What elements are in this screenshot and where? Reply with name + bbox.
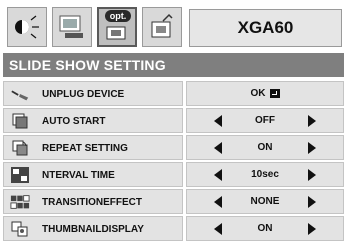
setting-label-cell: UNPLUG DEVICE [3, 81, 183, 106]
setting-label-cell: THUMBNAIL DISPLAY [3, 216, 183, 241]
setting-label-line-2: EFFECT [103, 197, 142, 208]
setting-row-unplug-device[interactable]: UNPLUG DEVICE OK [3, 81, 344, 106]
section-title: SLIDE SHOW SETTING [3, 53, 344, 77]
setting-value-cell[interactable]: ON [186, 135, 344, 160]
tab-image-adjust[interactable] [52, 7, 92, 47]
setting-label: UNPLUG DEVICE [42, 89, 125, 100]
slide-show-setting-menu: opt. XGA60 SLIDE SHOW SETTING UNPLUG DEV… [0, 0, 347, 246]
setting-value-cell[interactable]: 10sec [186, 162, 344, 187]
setting-value: ON [257, 142, 273, 153]
repeat-setting-icon [10, 139, 30, 157]
setting-value: OK [250, 88, 266, 99]
setting-value-cell[interactable]: NONE [186, 189, 344, 214]
setting-value: ON [257, 223, 273, 234]
setting-row-interval-time[interactable]: NTERVAL TIME 10sec [3, 162, 344, 187]
option-badge: opt. [105, 10, 131, 22]
right-arrow-icon[interactable] [308, 115, 316, 127]
setting-row-thumbnail-display[interactable]: THUMBNAIL DISPLAY ON [3, 216, 344, 241]
setting-label-cell: NTERVAL TIME [3, 162, 183, 187]
setting-value-cell[interactable]: OFF [186, 108, 344, 133]
setting-row-auto-start[interactable]: AUTO START OFF [3, 108, 344, 133]
setting-row-transition-effect[interactable]: TRANSITION EFFECT NONE [3, 189, 344, 214]
right-arrow-icon[interactable] [308, 169, 316, 181]
option-icon [105, 25, 129, 41]
tab-option[interactable]: opt. [97, 7, 137, 47]
setting-label-cell: AUTO START [3, 108, 183, 133]
enter-icon [269, 89, 280, 98]
transition-effect-icon [10, 193, 30, 211]
menu-tab-bar: opt. XGA60 [3, 3, 344, 50]
right-arrow-icon[interactable] [308, 196, 316, 208]
thumbnail-display-icon [10, 220, 30, 238]
setting-label-line-1: TRANSITION [42, 197, 104, 208]
setting-label: THUMBNAIL DISPLAY [42, 217, 182, 242]
tab-setting[interactable] [142, 7, 182, 47]
auto-start-icon [10, 112, 30, 130]
setting-icon [147, 13, 177, 41]
tab-picture-adjust[interactable] [7, 7, 47, 47]
setting-label-line-1: THUMBNAIL [42, 224, 102, 235]
setting-value-wrap: OK [187, 82, 343, 105]
setting-label: NTERVAL TIME [42, 170, 115, 181]
setting-value: 10sec [251, 169, 279, 180]
setting-label: TRANSITION EFFECT [42, 190, 182, 215]
setting-value: OFF [255, 115, 275, 126]
setting-value-cell[interactable]: OK [186, 81, 344, 106]
right-arrow-icon[interactable] [308, 142, 316, 154]
model-name: XGA60 [189, 9, 342, 47]
setting-value: NONE [250, 196, 280, 207]
picture-adjust-icon [12, 13, 42, 41]
setting-label-cell: REPEAT SETTING [3, 135, 183, 160]
image-adjust-icon [57, 13, 87, 41]
setting-row-repeat-setting[interactable]: REPEAT SETTING ON [3, 135, 344, 160]
setting-label: REPEAT SETTING [42, 143, 128, 154]
setting-label-line-2: DISPLAY [101, 224, 144, 235]
right-arrow-icon[interactable] [308, 223, 316, 235]
interval-time-icon [10, 166, 30, 184]
setting-label: AUTO START [42, 116, 106, 127]
setting-value-cell[interactable]: ON [186, 216, 344, 241]
setting-label-cell: TRANSITION EFFECT [3, 189, 183, 214]
unplug-device-icon [10, 85, 30, 103]
